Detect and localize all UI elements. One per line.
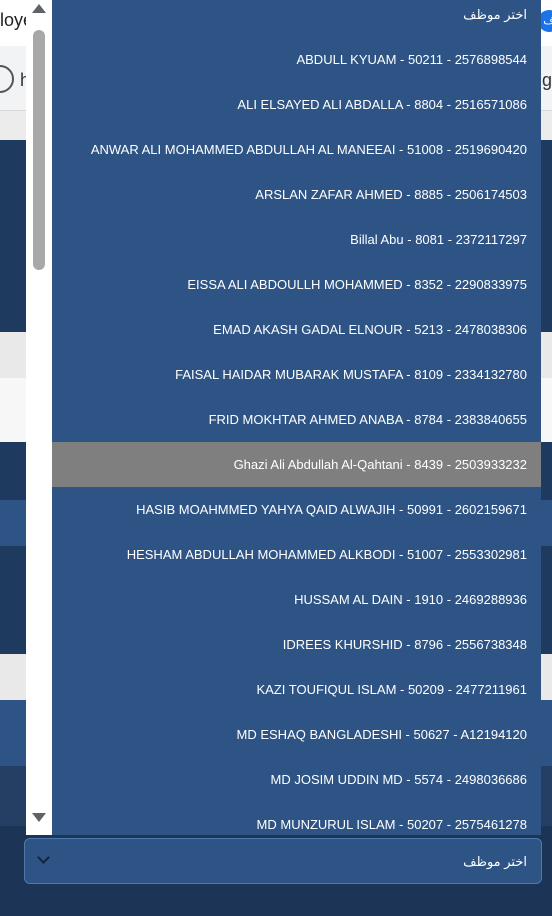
dropdown-option-highlighted[interactable]: Ghazi Ali Abdullah Al-Qahtani - 8439 - 2… — [52, 442, 541, 487]
dropdown-option[interactable]: MD MUNZURUL ISLAM - 50207 - 2575461278 — [52, 802, 541, 835]
dropdown-option-placeholder[interactable]: اختر موظف — [52, 0, 541, 37]
dropdown-option[interactable]: FRID MOKHTAR AHMED ANABA - 8784 - 238384… — [52, 397, 541, 442]
address-text-fragment-right: g — [541, 70, 552, 90]
dropdown-option[interactable]: ANWAR ALI MOHAMMED ABDULLAH AL MANEEAI -… — [52, 127, 541, 172]
chevron-down-icon — [37, 851, 50, 864]
scrollbar-thumb[interactable] — [33, 30, 45, 270]
dropdown-option[interactable]: EMAD AKASH GADAL ELNOUR - 5213 - 2478038… — [52, 307, 541, 352]
dropdown-option[interactable]: IDREES KHURSHID - 8796 - 2556738348 — [52, 622, 541, 667]
scroll-down-arrow-icon[interactable] — [32, 813, 46, 822]
scroll-up-arrow-icon[interactable] — [32, 4, 46, 13]
dropdown-option[interactable]: ABDULL KYUAM - 50211 - 2576898544 — [52, 37, 541, 82]
dropdown-option[interactable]: ARSLAN ZAFAR AHMED - 8885 - 2506174503 — [52, 172, 541, 217]
dropdown-option[interactable]: MD JOSIM UDDIN MD - 5574 - 2498036686 — [52, 757, 541, 802]
dropdown-scrollbar[interactable] — [26, 0, 53, 835]
select-current-value: اختر موظف — [463, 854, 527, 869]
dropdown-option[interactable]: HASIB MOAHMMED YAHYA QAID ALWAJIH - 5099… — [52, 487, 541, 532]
dropdown-option[interactable]: ALI ELSAYED ALI ABDALLA - 8804 - 2516571… — [52, 82, 541, 127]
dropdown-option[interactable]: MD ESHAQ BANGLADESHI - 50627 - A12194120 — [52, 712, 541, 757]
dropdown-option[interactable]: FAISAL HAIDAR MUBARAK MUSTAFA - 8109 - 2… — [52, 352, 541, 397]
dropdown-option[interactable]: HUSSAM AL DAIN - 1910 - 2469288936 — [52, 577, 541, 622]
dropdown-option[interactable]: EISSA ALI ABDOULLH MOHAMMED - 8352 - 229… — [52, 262, 541, 307]
dropdown-option[interactable]: KAZI TOUFIQUL ISLAM - 50209 - 2477211961 — [52, 667, 541, 712]
dropdown-option[interactable]: Billal Abu - 8081 - 2372117297 — [52, 217, 541, 262]
employee-dropdown-list[interactable]: اختر موظف ABDULL KYUAM - 50211 - 2576898… — [52, 0, 541, 835]
dropdown-option[interactable]: HESHAM ABDULLAH MOHAMMED ALKBODI - 51007… — [52, 532, 541, 577]
app-window: loye ف h g اختر موظف ABDULL KYUAM - 5021… — [0, 0, 552, 916]
employee-select[interactable]: اختر موظف — [24, 838, 542, 884]
